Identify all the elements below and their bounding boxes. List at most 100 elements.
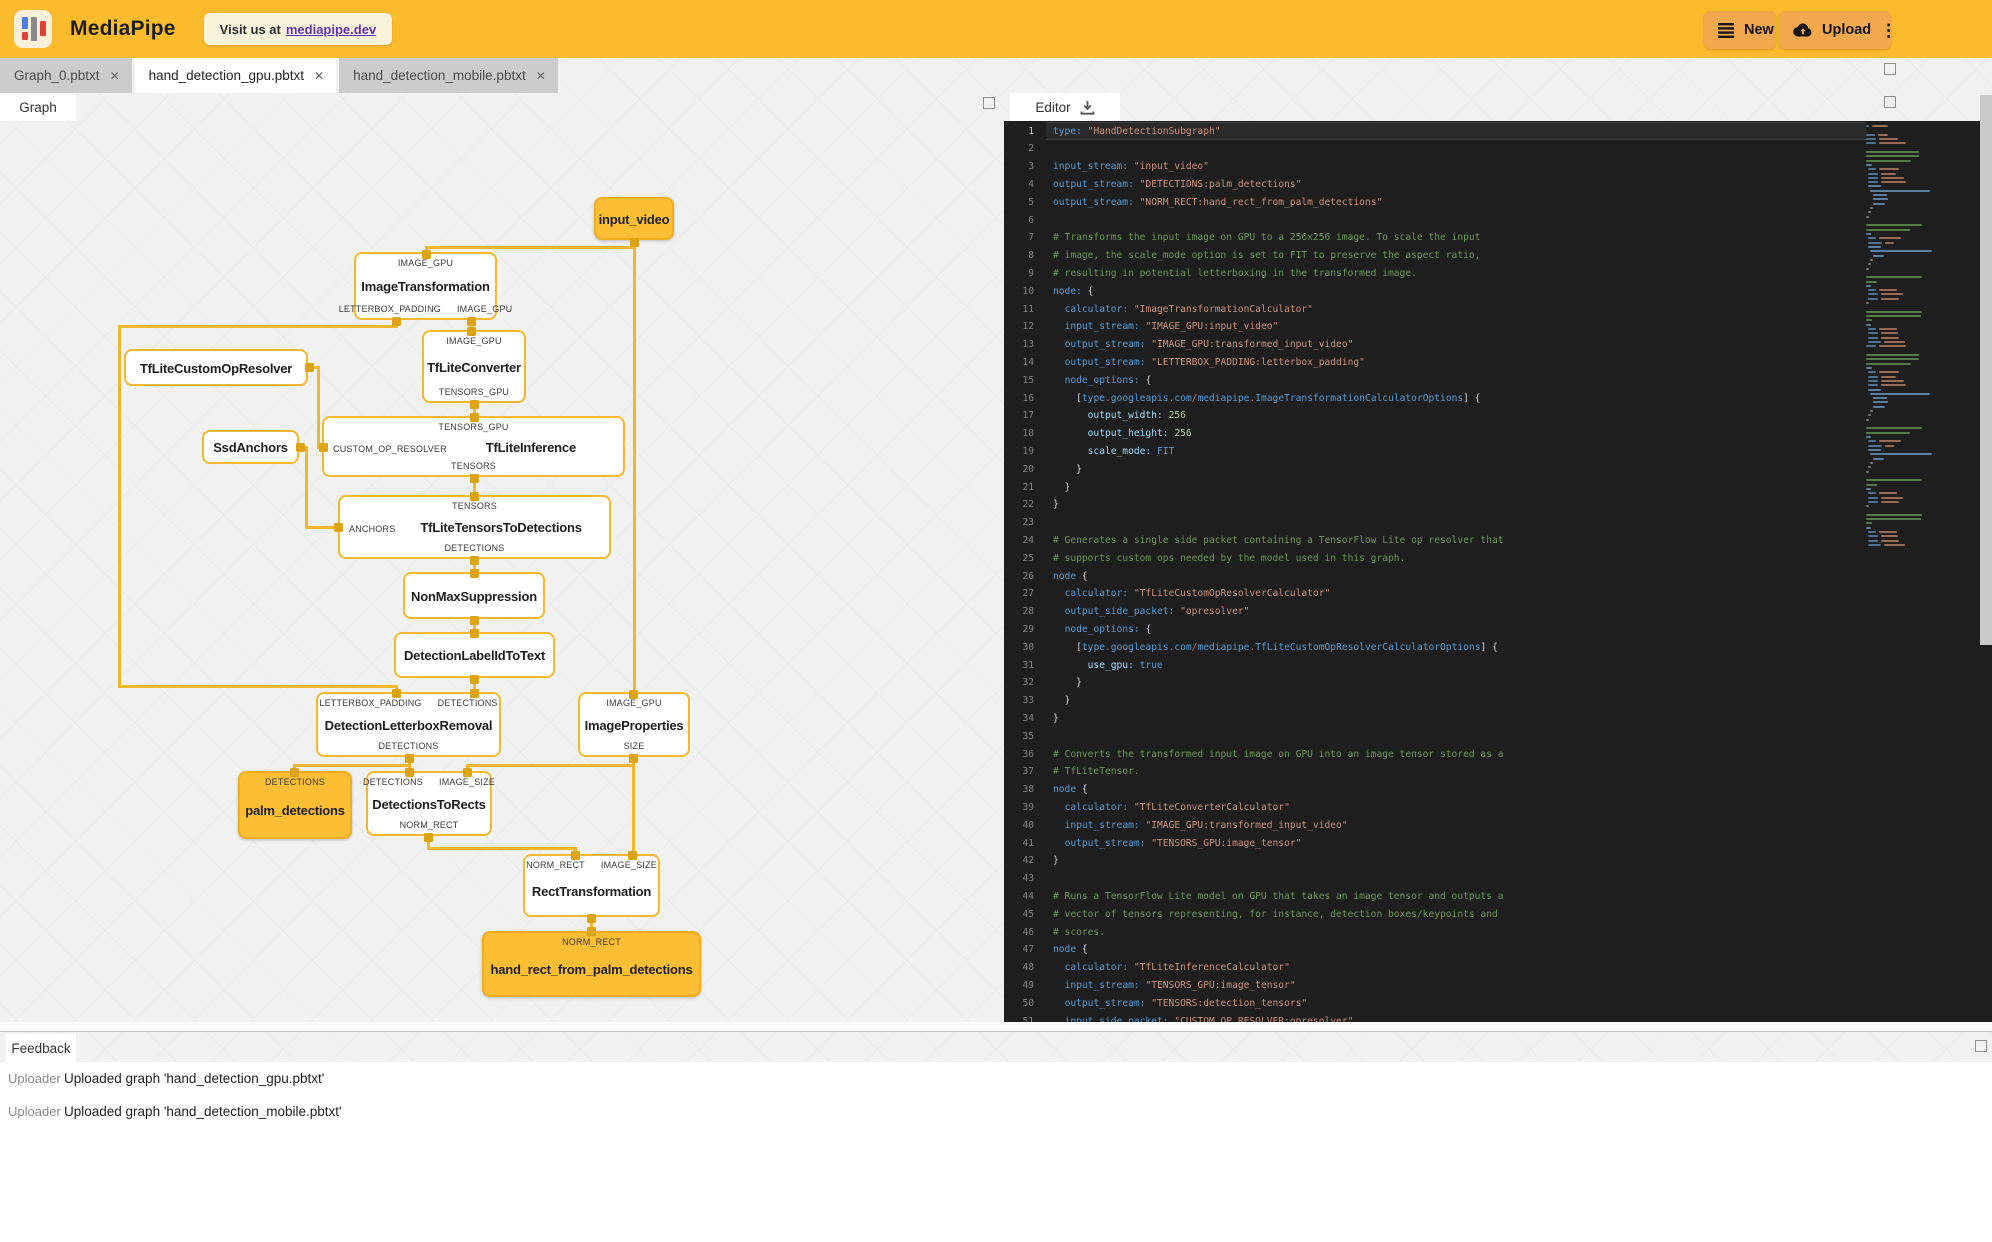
code-line: } [1053, 677, 1082, 689]
minimap-mark [1872, 198, 1888, 201]
minimap-mark [1868, 440, 1876, 443]
minimap-mark [1870, 189, 1930, 192]
minimap-mark [1868, 371, 1876, 374]
port-square [295, 442, 305, 452]
minimap-mark [1868, 444, 1883, 447]
editor-panel-expand-icon[interactable] [1884, 96, 1896, 108]
editor-scrollbar[interactable] [1980, 95, 1992, 645]
minimap-mark [1866, 470, 1869, 473]
minimap-mark [1866, 518, 1922, 521]
node-port-labels: SIZE [623, 741, 645, 751]
graph-node-ImageTransformation[interactable]: IMAGE_GPU ImageTransformation LETTERBOX_PA… [339, 252, 512, 320]
graph-node-TfLiteConverter[interactable]: IMAGE_GPU TfLiteConverter TENSORS_GPU [422, 330, 526, 403]
minimap-mark [1868, 496, 1878, 499]
graph-node-TfLiteInference[interactable]: TENSORS_GPU CUSTOM_OP_RESOLVER TfLiteInfer… [322, 416, 625, 477]
line-number: 51 [1022, 1015, 1034, 1023]
minimap-mark [1866, 159, 1912, 162]
code-line: [type.googleapis.com/mediapipe.ImageTran… [1076, 392, 1481, 404]
graph-node-NonMaxSuppression[interactable]: NonMaxSuppression [403, 572, 545, 619]
line-number: 29 [1022, 623, 1034, 635]
graph-edge [424, 245, 636, 249]
port-square [333, 522, 343, 532]
code-line: output_stream: "IMAGE_GPU:transformed_in… [1064, 339, 1354, 351]
more-options-icon[interactable]: ⋮ [1880, 22, 1897, 39]
line-number: 26 [1022, 570, 1034, 582]
feedback-source: Uploader [8, 1104, 61, 1119]
node-title: TfLiteInference [485, 439, 576, 455]
feedback-panel-expand-icon[interactable] [1975, 1040, 1987, 1052]
minimap-mark [1879, 237, 1902, 240]
minimap-mark [1866, 315, 1922, 318]
minimap-mark [1881, 539, 1900, 542]
line-number: 18 [1022, 428, 1034, 440]
node-port-labels: TENSORS [451, 461, 496, 471]
graph-node-ImageProperties[interactable]: IMAGE_GPU ImageProperties SIZE [578, 692, 690, 757]
minimap-mark [1868, 241, 1883, 244]
minimap-mark [1866, 323, 1872, 326]
node-title: TfLiteCustomOpResolver [139, 360, 293, 376]
graph-panel-expand-icon[interactable] [983, 97, 995, 109]
graph-edge [316, 365, 320, 449]
minimap-mark [1866, 228, 1910, 231]
minimap-mark [1884, 544, 1905, 547]
graph-edge [117, 324, 398, 328]
graph-node-DetectionLabelIdToText[interactable]: DetectionLabelIdToText [394, 632, 555, 678]
visit-prefix: Visit us at [219, 21, 281, 37]
file-tab-Graph_0.pbtxt[interactable]: Graph_0.pbtxt ✕ [0, 58, 132, 93]
close-tab-icon[interactable]: ✕ [536, 69, 546, 83]
graph-node-TfLiteTensorsToDetections[interactable]: TENSORS ANCHORS TfLiteTensorsToDetections D… [338, 495, 611, 559]
graph-canvas[interactable]: input_video IMAGE_GPU ImageTransformation L… [0, 0, 1002, 1022]
graph-node-SsdAnchors[interactable]: SsdAnchors [202, 430, 299, 464]
file-tab-label: hand_detection_mobile.pbtxt [353, 68, 526, 83]
minimap-mark [1872, 397, 1888, 400]
line-number: 15 [1022, 374, 1034, 386]
line-number: 13 [1022, 339, 1034, 351]
port-square [289, 767, 299, 777]
file-tab-hand_detection_gpu.pbtxt[interactable]: hand_detection_gpu.pbtxt ✕ [134, 58, 337, 93]
mediapipe-dev-link[interactable]: mediapipe.dev [286, 22, 376, 37]
code-line: } [1053, 463, 1082, 475]
code-editor[interactable]: 1 type: "HandDetectionSubgraph" 2 3 input_st… [1004, 121, 1992, 1022]
minimap-mark [1885, 444, 1894, 447]
graph-node-hand_rect_from_palm_detections[interactable]: NORM_RECT hand_rect_from_palm_detections [482, 931, 701, 997]
graph-node-palm_detections[interactable]: DETECTIONS palm_detections [238, 771, 352, 839]
line-number: 16 [1022, 392, 1034, 404]
close-tab-icon[interactable]: ✕ [314, 69, 324, 83]
line-number: 36 [1022, 748, 1034, 760]
graph-node-RectTransformation[interactable]: NORM_RECT IMAGE_SIZE RectTransformation [523, 854, 660, 917]
feedback-source: Uploader [8, 1071, 61, 1086]
minimap-mark [1880, 375, 1897, 378]
new-button[interactable]: New [1704, 11, 1776, 49]
feedback-log: Uploader Uploaded graph 'hand_detection_g… [0, 1062, 1992, 1242]
line-number: 39 [1022, 801, 1034, 813]
file-tab-hand_detection_mobile.pbtxt[interactable]: hand_detection_mobile.pbtxt ✕ [339, 58, 558, 93]
close-tab-icon[interactable]: ✕ [110, 69, 120, 83]
panels-scrollbar-band[interactable] [0, 1022, 1992, 1032]
tabstrip-expand-icon[interactable] [1884, 63, 1896, 75]
tab-graph[interactable]: Graph [0, 93, 76, 121]
minimap-mark [1868, 245, 1881, 248]
graph-node-TfLiteCustomOpResolver[interactable]: TfLiteCustomOpResolver [124, 349, 308, 386]
port-square [391, 316, 401, 326]
upload-button[interactable]: Upload ⋮ [1779, 11, 1897, 49]
code-line: } [1053, 695, 1071, 707]
tab-feedback[interactable]: Feedback [6, 1034, 76, 1062]
port-square [586, 926, 596, 936]
graph-node-DetectionsToRects[interactable]: DETECTIONS IMAGE_SIZE DetectionsToRects NOR… [363, 771, 495, 836]
editor-minimap[interactable] [1866, 125, 1964, 1015]
download-icon[interactable] [1080, 100, 1095, 115]
line-number: 20 [1022, 463, 1034, 475]
code-line: # Runs a TensorFlow Lite model on GPU th… [1053, 890, 1504, 902]
minimap-mark [1866, 431, 1910, 434]
line-number: 8 [1028, 250, 1034, 262]
code-line: calculator: "ImageTransformationCalculat… [1064, 303, 1313, 315]
minimap-mark [1872, 405, 1886, 408]
minimap-mark [1881, 379, 1905, 382]
port-square [462, 767, 472, 777]
code-line: [type.googleapis.com/mediapipe.TfLiteCus… [1076, 641, 1498, 653]
tab-editor[interactable]: Editor [1010, 93, 1120, 121]
graph-node-DetectionLetterboxRemoval[interactable]: LETTERBOX_PADDING DETECTIONS DetectionLett… [316, 692, 501, 757]
graph-node-input_video[interactable]: input_video [594, 197, 674, 240]
line-number: 17 [1022, 410, 1034, 422]
minimap-mark [1870, 258, 1874, 261]
